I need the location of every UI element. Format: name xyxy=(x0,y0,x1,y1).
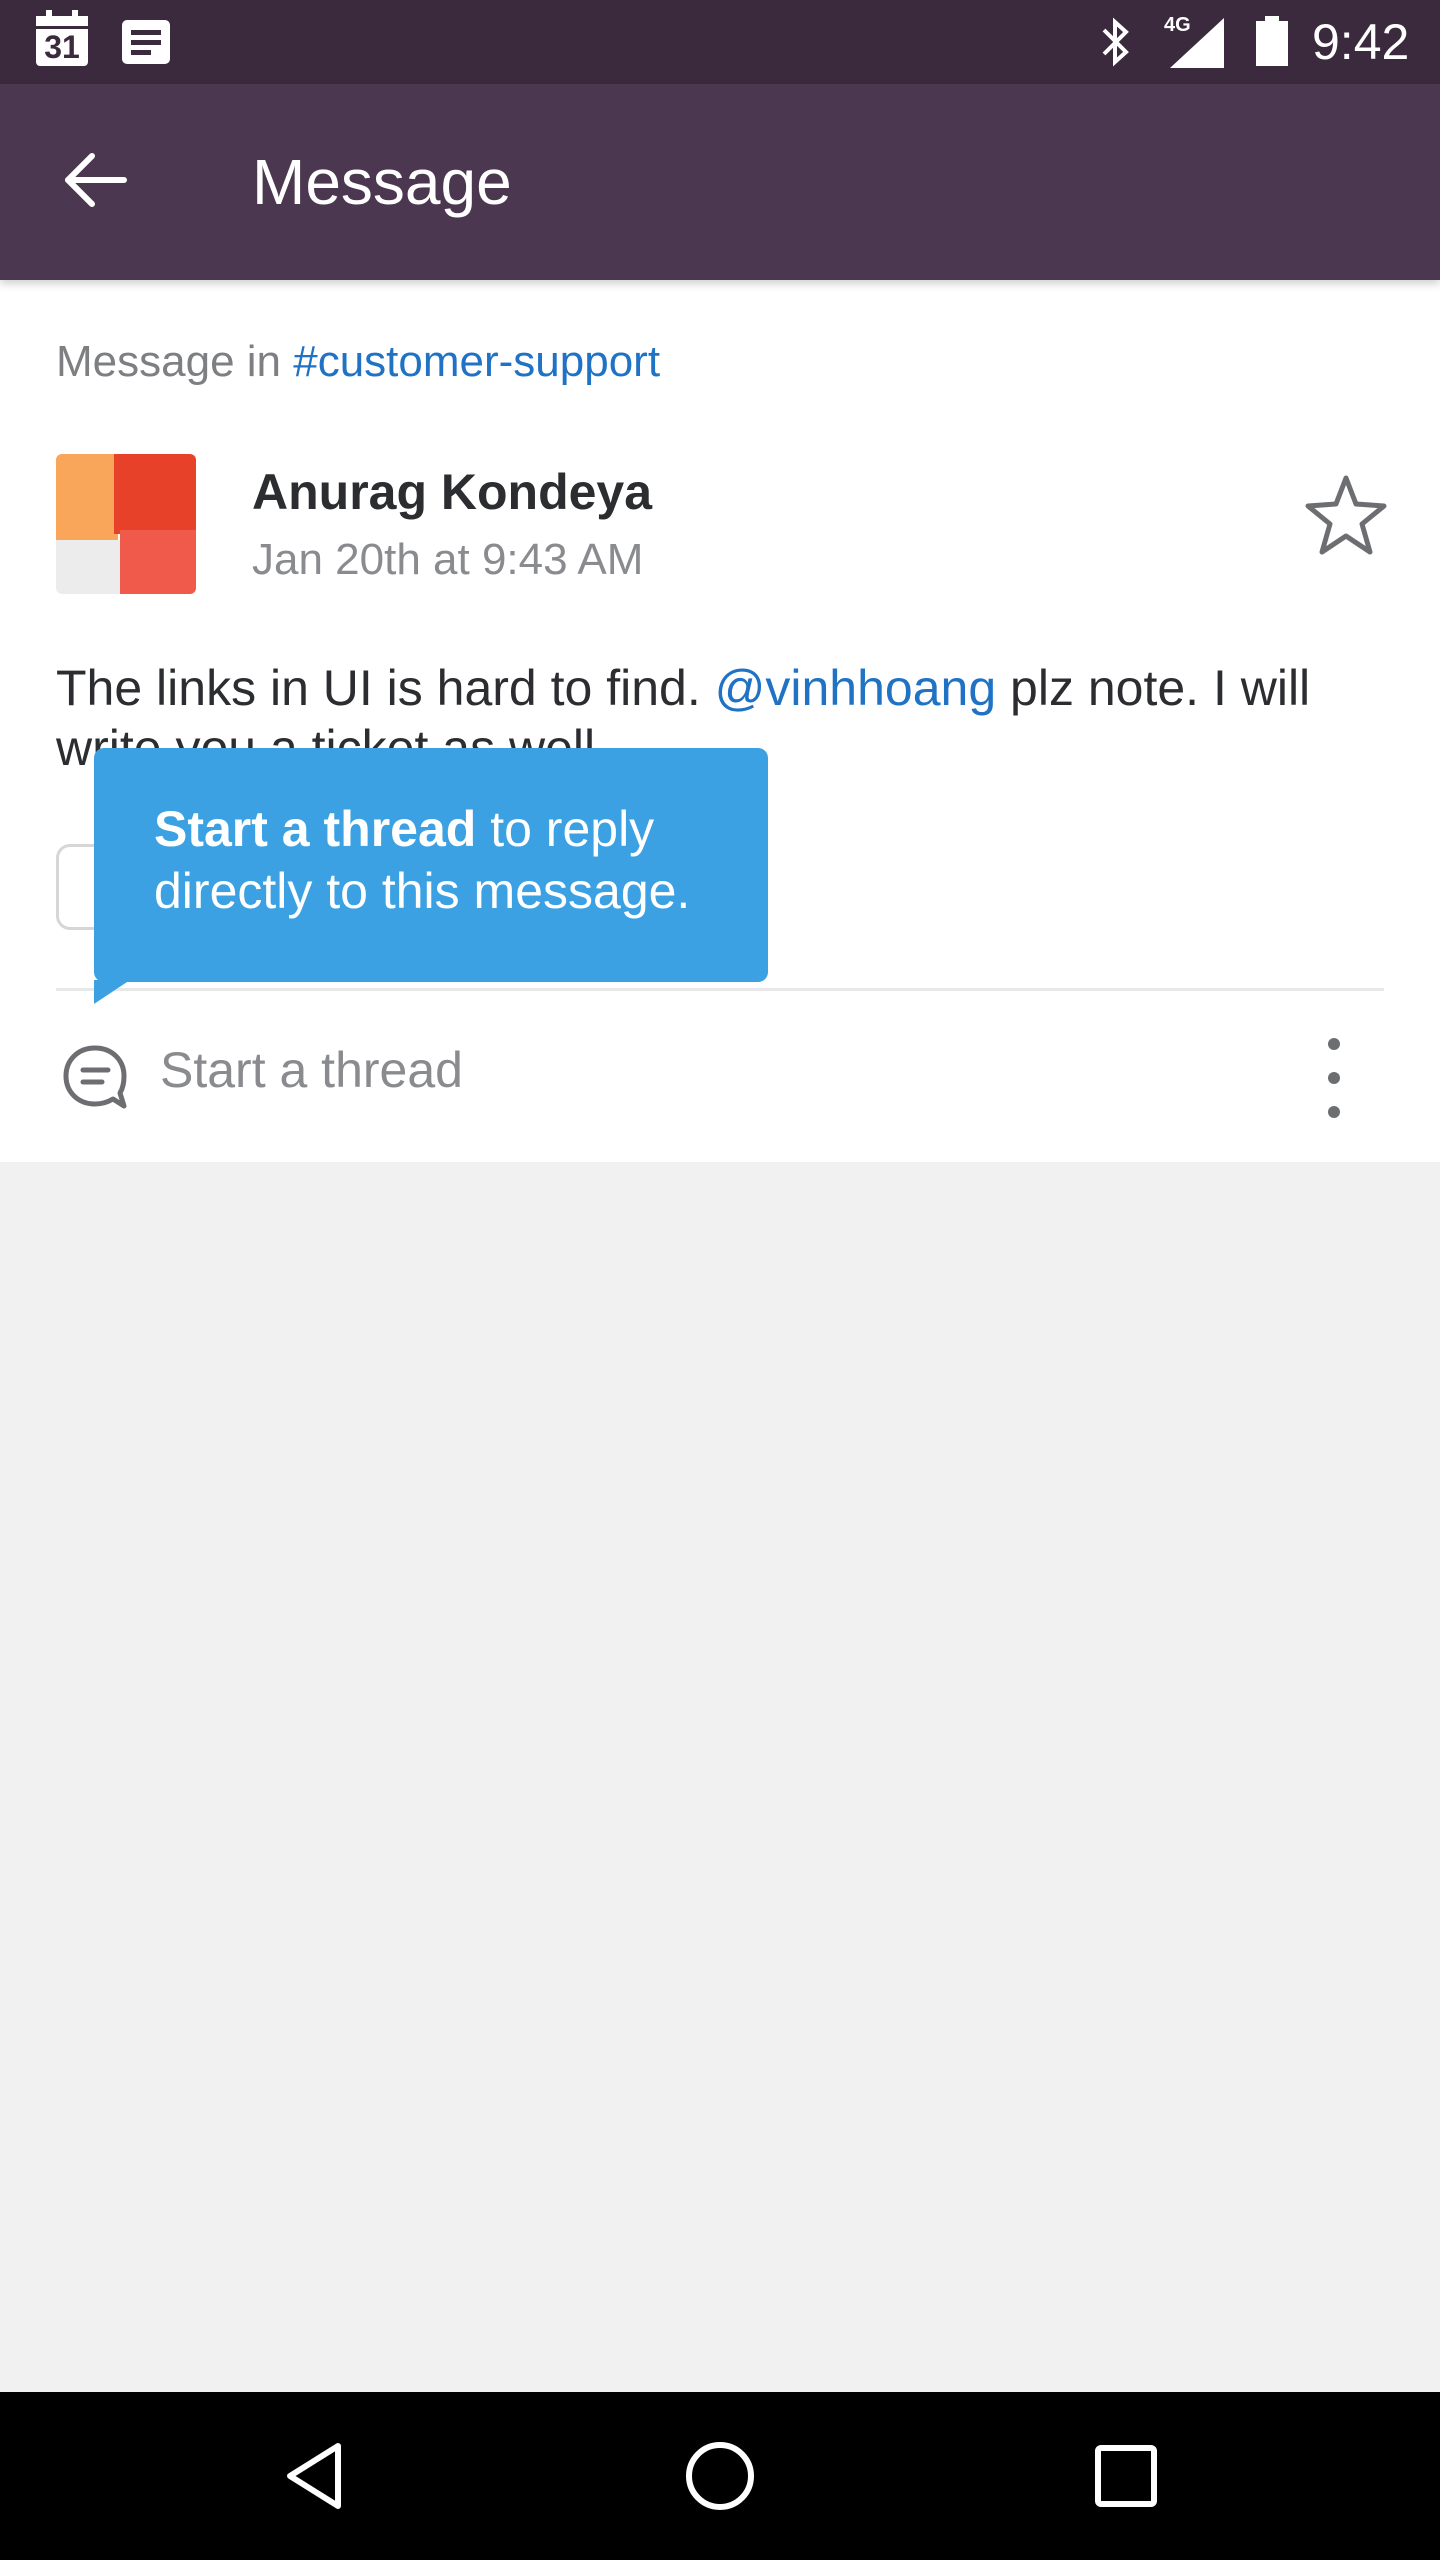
tooltip-bold-text: Start a thread xyxy=(154,801,477,857)
star-button[interactable] xyxy=(1300,470,1392,562)
bluetooth-icon xyxy=(1102,17,1129,67)
author-name[interactable]: Anurag Kondeya xyxy=(252,462,652,522)
message-text-start: The links in UI is hard to find. xyxy=(56,660,715,716)
page-title: Message xyxy=(252,146,512,218)
battery-icon xyxy=(1256,16,1288,66)
tooltip-tail xyxy=(94,980,130,1004)
thread-tooltip[interactable]: Start a thread to reply directly to this… xyxy=(94,748,768,1004)
star-icon xyxy=(1305,475,1387,555)
navigation-bar xyxy=(0,2392,1440,2560)
message-context: Message in #customer-support xyxy=(56,336,660,388)
recents-square-icon[interactable] xyxy=(1086,2436,1166,2516)
notes-icon xyxy=(122,20,170,64)
home-circle-icon[interactable] xyxy=(680,2436,760,2516)
calendar-icon: 31 xyxy=(36,10,88,66)
start-thread-row[interactable]: Start a thread xyxy=(0,992,1440,1162)
arrow-left-icon xyxy=(65,153,127,207)
calendar-date: 31 xyxy=(44,29,80,65)
avatar[interactable] xyxy=(56,454,196,594)
back-button[interactable] xyxy=(48,130,148,230)
divider xyxy=(56,988,1384,991)
user-mention[interactable]: @vinhhoang xyxy=(715,660,997,716)
channel-link[interactable]: #customer-support xyxy=(293,337,660,386)
more-options-button[interactable] xyxy=(1300,1028,1368,1128)
message-card: Message in #customer-support Anurag Kond… xyxy=(0,280,1440,1162)
thread-bubble-icon xyxy=(63,1045,127,1109)
clock: 9:42 xyxy=(1312,14,1410,70)
context-prefix: Message in xyxy=(56,337,294,386)
signal-icon xyxy=(1170,18,1224,68)
start-thread-label: Start a thread xyxy=(160,1042,463,1098)
timestamp: Jan 20th at 9:43 AM xyxy=(252,535,644,584)
back-triangle-icon[interactable] xyxy=(276,2436,356,2516)
tooltip-text: Start a thread to reply directly to this… xyxy=(154,798,754,922)
app-bar: Message xyxy=(0,84,1440,280)
status-bar: 31 4G 9:42 xyxy=(0,0,1440,84)
more-vertical-icon xyxy=(1328,1038,1340,1050)
